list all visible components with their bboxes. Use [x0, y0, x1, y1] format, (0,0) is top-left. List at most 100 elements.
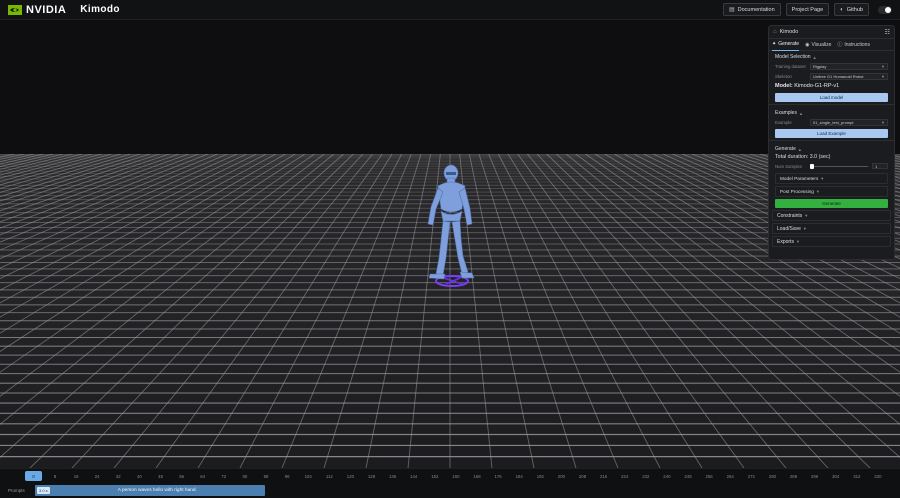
info-icon: ⓘ — [837, 42, 843, 48]
training-dataset-select[interactable]: Rigplay ▼ — [810, 62, 888, 70]
chevron-down-icon: ▼ — [820, 176, 825, 181]
doc-icon: ▤ — [728, 7, 735, 13]
timeline-tick-label: 232 — [642, 474, 650, 479]
divider — [769, 104, 894, 105]
3d-viewport[interactable] — [0, 20, 900, 468]
training-dataset-label: Training dataset — [775, 63, 806, 69]
post-processing-label: Post Processing — [780, 189, 814, 194]
timeline-tick-label: 40 — [137, 474, 142, 479]
timeline-tick-label: 64 — [200, 474, 206, 479]
post-processing-toggle[interactable]: Post Processing ▼ — [775, 186, 888, 197]
chevron-up-icon: ▲ — [812, 54, 817, 60]
model-parameters-label: Model Parameters — [780, 176, 819, 181]
tab-instructions[interactable]: ⓘ Instructions — [837, 39, 870, 51]
documentation-button[interactable]: ▤ Documentation — [722, 3, 781, 16]
chevron-down-icon: ▼ — [795, 239, 800, 244]
timeline-tick-label: 112 — [325, 474, 333, 479]
github-button[interactable]: ◐ Github — [834, 3, 869, 16]
load-model-button[interactable]: Load model — [775, 93, 888, 102]
tab-instructions-label: Instructions — [844, 41, 870, 48]
examples-header[interactable]: Examples ▲ — [769, 107, 894, 117]
timeline-tick-label: 128 — [367, 474, 376, 479]
exports-section[interactable]: Exports ▼ — [772, 236, 891, 247]
timeline-ruler[interactable]: 8 16 24 32 40 48 56 64 72 80 88 96 104 112 120 128 136 14… — [0, 471, 900, 483]
timeline-tick-label: 200 — [557, 474, 565, 479]
model-selection-header[interactable]: Model Selection ▲ — [769, 51, 894, 61]
timeline-tick-label: 144 — [410, 474, 418, 479]
chevron-down-icon: ▼ — [881, 63, 885, 69]
num-samples-row: Num Samples 1 — [769, 161, 894, 171]
top-bar: NVIDIA Kimodo ▤ Documentation Project Pa… — [0, 0, 900, 20]
brand-name: NVIDIA — [26, 3, 67, 16]
nvidia-eye-icon — [8, 4, 22, 15]
app-title: Kimodo — [80, 4, 120, 15]
timeline-tick-label: 152 — [431, 474, 439, 479]
timeline-tick-label: 264 — [726, 474, 734, 479]
github-label: Github — [846, 6, 863, 13]
skeleton-row: Skeleton Unitree G1 Humanoid Robot ▼ — [769, 71, 894, 81]
skeleton-label: Skeleton — [775, 73, 792, 79]
divider — [769, 140, 894, 141]
chevron-up-icon: ▲ — [798, 110, 803, 116]
chevron-up-icon: ▲ — [797, 146, 802, 152]
training-dataset-value: Rigplay — [813, 63, 827, 69]
generate-header[interactable]: Generate ▲ — [769, 143, 894, 153]
timeline-tick-label: 248 — [684, 474, 692, 479]
timeline-tick-label: 216 — [600, 474, 608, 479]
load-save-section[interactable]: Load/Save ▼ — [772, 223, 891, 234]
tab-visualize[interactable]: ◉ Visualize — [805, 39, 831, 51]
playhead[interactable]: 0 — [25, 471, 42, 481]
robot-right-foot — [459, 271, 475, 279]
num-samples-slider[interactable] — [810, 163, 868, 169]
timeline-tick-label: 224 — [621, 474, 629, 479]
timeline-tick-label: 72 — [221, 474, 227, 479]
example-value: 01_single_text_prompt — [813, 119, 854, 125]
robot-visor — [446, 172, 456, 175]
prompts-label: Prompts — [8, 488, 25, 493]
constraints-section[interactable]: Constraints ▼ — [772, 210, 891, 221]
generate-button[interactable]: Generate — [775, 199, 888, 208]
timeline-tick-label: 312 — [853, 474, 861, 479]
example-select[interactable]: 01_single_text_prompt ▼ — [810, 118, 888, 126]
chevron-down-icon: ▼ — [804, 213, 809, 218]
skeleton-select[interactable]: Unitree G1 Humanoid Robot ▼ — [810, 72, 888, 80]
load-save-label: Load/Save — [777, 225, 801, 232]
timeline-tick-label: 80 — [242, 474, 248, 479]
model-parameters-toggle[interactable]: Model Parameters ▼ — [775, 173, 888, 184]
num-samples-input[interactable]: 1 — [872, 163, 888, 169]
timeline-tick-label: 136 — [389, 474, 397, 479]
prompt-segment[interactable]: 3.0 s A person waves hello with right ha… — [35, 485, 265, 496]
timeline-tick-label: 104 — [304, 474, 312, 479]
training-dataset-row: Training dataset Rigplay ▼ — [769, 61, 894, 71]
chevron-down-icon: ▼ — [802, 226, 807, 231]
tab-visualize-label: Visualize — [811, 41, 832, 48]
panel-header: ⌂ Kimodo ☷ — [769, 26, 894, 39]
tab-generate-label: Generate — [778, 41, 800, 47]
model-prefix: Model: — [775, 83, 793, 89]
timeline-tick-label: 184 — [515, 474, 523, 479]
control-panel: ⌂ Kimodo ☷ ✦ Generate ◉ Visualize ⓘ Inst… — [768, 25, 895, 260]
github-icon: ◐ — [840, 6, 844, 13]
chevron-down-icon: ▼ — [815, 189, 820, 194]
slider-thumb[interactable] — [810, 163, 814, 169]
home-icon[interactable]: ⌂ — [773, 29, 777, 35]
tab-generate[interactable]: ✦ Generate — [772, 39, 800, 51]
timeline-tick-label: 168 — [473, 474, 481, 479]
load-example-button[interactable]: Load Example — [775, 129, 888, 138]
skeleton-value: Unitree G1 Humanoid Robot — [813, 73, 864, 79]
timeline-tick-label: 56 — [179, 474, 184, 479]
sliders-icon[interactable]: ☷ — [885, 29, 890, 36]
timeline-tick-label: 288 — [789, 474, 798, 479]
model-name: Kimodo-G1-RP-v1 — [794, 83, 840, 89]
prompt-text: A person waves hello with right hand. — [117, 488, 197, 493]
project-page-button[interactable]: Project Page — [785, 3, 830, 16]
timeline-tick-label: 48 — [158, 474, 163, 479]
timeline-tick-label: 272 — [747, 474, 755, 479]
timeline-tick-label: 304 — [832, 474, 840, 479]
eye-icon: ◉ — [805, 41, 810, 48]
chevron-down-icon: ▼ — [881, 73, 885, 79]
timeline-tick-label: 240 — [663, 474, 671, 479]
model-name-line: Model: Kimodo-G1-RP-v1 — [769, 81, 894, 91]
run-icon: ✦ — [772, 41, 777, 47]
dark-mode-toggle[interactable] — [878, 5, 892, 14]
